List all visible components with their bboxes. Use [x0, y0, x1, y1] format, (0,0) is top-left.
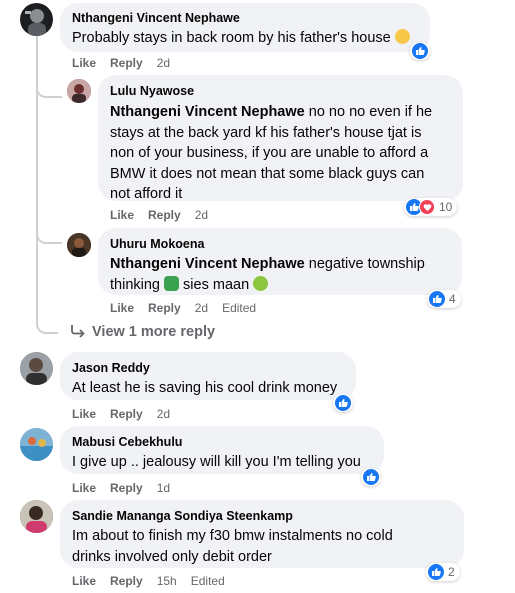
edited-label: Edited — [190, 574, 225, 588]
reply-arrow-icon — [70, 324, 86, 342]
comment-actions: Like Reply 1d — [72, 481, 184, 495]
like-button[interactable]: Like — [72, 481, 96, 495]
comment-bubble: Nthangeni Vincent Nephawe Probably stays… — [60, 3, 430, 52]
avatar-image — [20, 428, 53, 461]
like-button[interactable]: Like — [72, 574, 96, 588]
comment-bubble: Uhuru Mokoena Nthangeni Vincent Nephawe … — [98, 228, 462, 295]
thread-branch — [36, 318, 58, 334]
avatar[interactable] — [67, 79, 91, 103]
comment-actions: Like Reply 2d — [110, 208, 222, 222]
view-more-replies[interactable]: View 1 more reply — [70, 324, 215, 342]
reaction-summary[interactable] — [361, 468, 381, 486]
timestamp[interactable]: 2d — [157, 407, 170, 421]
author-name[interactable]: Sandie Mananga Sondiya Steenkamp — [72, 508, 452, 524]
reaction-count: 4 — [449, 292, 456, 306]
timestamp[interactable]: 1d — [157, 481, 170, 495]
love-reaction-icon — [419, 199, 435, 215]
mention-link[interactable]: Nthangeni Vincent Nephawe — [110, 104, 305, 120]
comment-actions: Like Reply 2d — [72, 56, 184, 70]
comment-text: Probably stays in back room by his fathe… — [72, 28, 418, 49]
comment-bubble: Mabusi Cebekhulu I give up .. jealousy w… — [60, 426, 384, 474]
like-button[interactable]: Like — [72, 56, 96, 70]
timestamp[interactable]: 2d — [195, 301, 208, 315]
author-name[interactable]: Nthangeni Vincent Nephawe — [72, 10, 418, 26]
comment-text: Nthangeni Vincent Nephawe negative towns… — [110, 256, 425, 293]
thread-branch — [36, 220, 62, 244]
thinking-face-emoji — [394, 29, 410, 44]
avatar[interactable] — [20, 352, 53, 385]
reaction-count: 10 — [439, 200, 453, 214]
reply-button[interactable]: Reply — [110, 574, 143, 588]
avatar[interactable] — [20, 3, 53, 36]
person-facepalming-emoji — [164, 275, 180, 291]
like-reaction-icon — [412, 43, 428, 59]
like-reaction-icon — [363, 469, 379, 485]
comment-actions: Like Reply 15h Edited — [72, 574, 239, 588]
avatar[interactable] — [20, 428, 53, 461]
like-button[interactable]: Like — [110, 208, 134, 222]
timestamp[interactable]: 2d — [157, 56, 170, 70]
thread-branch — [36, 76, 62, 98]
comment-text: Nthangeni Vincent Nephawe no no no even … — [110, 104, 433, 202]
comment-bubble: Sandie Mananga Sondiya Steenkamp Im abou… — [60, 500, 464, 568]
timestamp[interactable]: 2d — [195, 208, 208, 222]
author-name[interactable]: Lulu Nyawose — [110, 83, 451, 99]
timestamp[interactable]: 15h — [157, 574, 177, 588]
avatar-image — [67, 233, 91, 257]
reaction-count: 2 — [448, 565, 455, 579]
mention-link[interactable]: Nthangeni Vincent Nephawe — [110, 256, 305, 272]
comment-text: Im about to finish my f30 bmw instalment… — [72, 528, 393, 565]
comment-actions: Like Reply 2d — [72, 407, 184, 421]
like-button[interactable]: Like — [72, 407, 96, 421]
comment-actions: Like Reply 2d Edited — [110, 301, 270, 315]
comment-bubble: Lulu Nyawose Nthangeni Vincent Nephawe n… — [98, 75, 463, 202]
like-reaction-icon — [428, 564, 444, 580]
like-reaction-icon — [429, 291, 445, 307]
author-name[interactable]: Mabusi Cebekhulu — [72, 434, 372, 450]
reaction-summary[interactable] — [333, 394, 353, 412]
reply-button[interactable]: Reply — [110, 481, 143, 495]
reply-button[interactable]: Reply — [110, 407, 143, 421]
author-name[interactable]: Jason Reddy — [72, 360, 344, 376]
reaction-summary[interactable]: 4 — [427, 290, 461, 308]
edited-label: Edited — [222, 301, 257, 315]
reply-button[interactable]: Reply — [148, 208, 181, 222]
avatar-image — [20, 500, 53, 533]
like-reaction-icon — [335, 395, 351, 411]
avatar[interactable] — [67, 233, 91, 257]
avatar[interactable] — [20, 500, 53, 533]
comment-text: At least he is saving his cool drink mon… — [72, 380, 338, 396]
avatar-image — [25, 9, 46, 36]
reaction-summary[interactable]: 2 — [426, 563, 460, 581]
nauseated-face-emoji — [253, 275, 269, 291]
avatar-image — [67, 79, 91, 103]
like-button[interactable]: Like — [110, 301, 134, 315]
reaction-summary[interactable] — [410, 42, 430, 60]
comment-text: I give up .. jealousy will kill you I'm … — [72, 454, 361, 470]
reaction-summary[interactable]: 10 — [404, 198, 458, 216]
author-name[interactable]: Uhuru Mokoena — [110, 236, 450, 252]
comment-bubble: Jason Reddy At least he is saving his co… — [60, 352, 356, 400]
avatar-image — [20, 352, 53, 385]
reply-button[interactable]: Reply — [148, 301, 181, 315]
reply-button[interactable]: Reply — [110, 56, 143, 70]
